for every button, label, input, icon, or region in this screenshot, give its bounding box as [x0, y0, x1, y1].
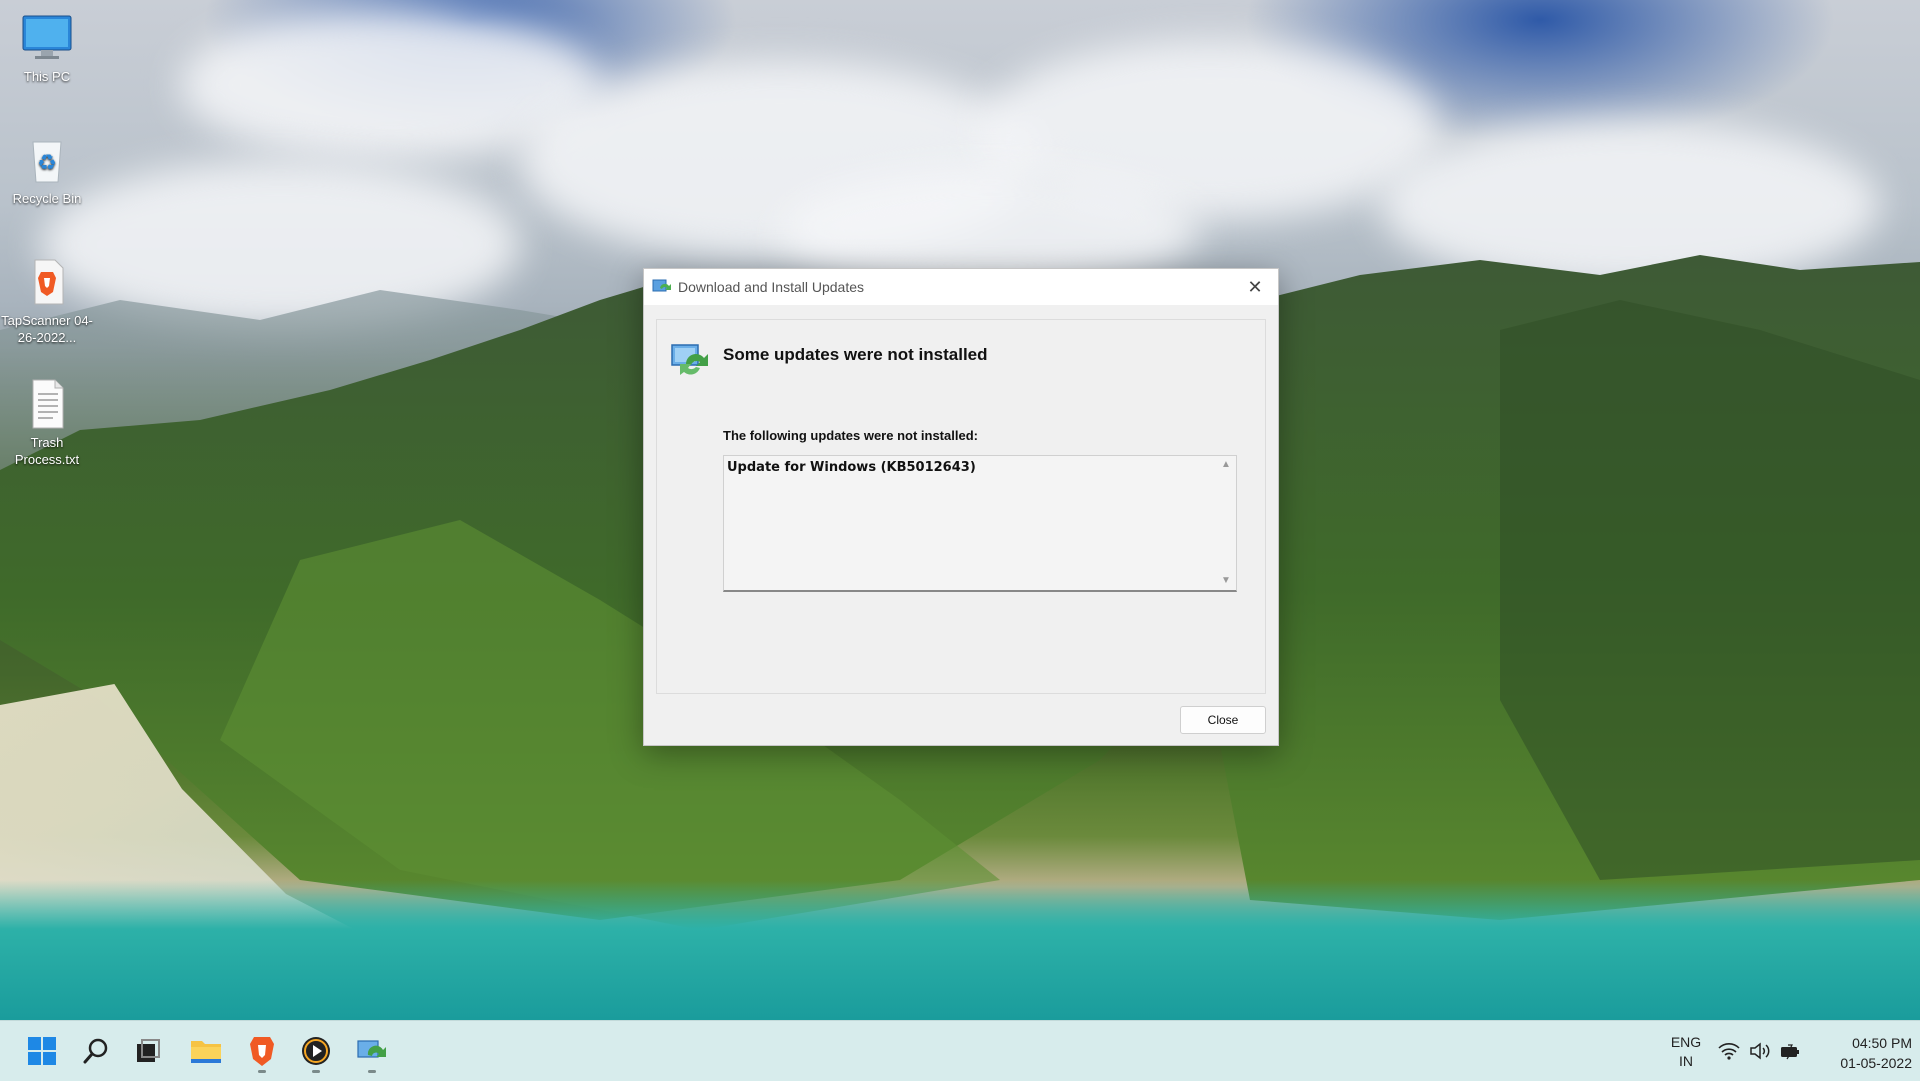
running-indicator — [368, 1070, 376, 1073]
running-indicator — [312, 1070, 320, 1073]
windows-update-taskbar-button[interactable] — [352, 1031, 392, 1073]
wallpaper-sea — [0, 880, 1920, 1020]
download-install-updates-dialog: Download and Install Updates ✕ Some upda… — [643, 268, 1279, 746]
clock-date: 01-05-2022 — [1840, 1055, 1912, 1071]
taskbar: ENG IN 04:50 PM 01-05-2022 — [0, 1020, 1920, 1081]
dialog-content-panel: Some updates were not installed The foll… — [656, 319, 1266, 694]
media-player-button[interactable] — [296, 1031, 336, 1073]
task-view-button[interactable] — [128, 1031, 168, 1071]
search-button[interactable] — [76, 1031, 116, 1071]
list-item[interactable]: Update for Windows (KB5012643) — [727, 460, 976, 475]
dialog-close-icon[interactable]: ✕ — [1232, 269, 1278, 305]
brave-browser-icon — [250, 1037, 274, 1066]
volume-icon[interactable] — [1749, 1041, 1771, 1061]
windows-update-icon — [652, 278, 672, 296]
desktop-icon-recycle-bin[interactable]: ♻ Recycle Bin — [1, 134, 93, 207]
desktop-icon-label: TapScanner 04-26-2022... — [1, 313, 93, 345]
search-icon — [83, 1038, 108, 1064]
computer-monitor-icon — [21, 12, 73, 64]
dialog-heading: Some updates were not installed — [723, 345, 988, 364]
desktop-icon-tapscanner[interactable]: TapScanner 04-26-2022... — [1, 256, 93, 346]
start-button[interactable] — [22, 1031, 62, 1071]
task-view-icon — [137, 1039, 160, 1062]
dialog-subheading: The following updates were not installed… — [723, 428, 978, 443]
text-file-icon — [21, 378, 73, 430]
windows-update-icon — [670, 340, 710, 376]
battery-icon[interactable] — [1779, 1041, 1801, 1061]
dialog-title: Download and Install Updates — [678, 279, 865, 295]
brave-browser-icon — [21, 256, 73, 308]
desktop-icon-this-pc[interactable]: This PC — [1, 12, 93, 85]
close-button[interactable]: Close — [1180, 706, 1266, 734]
region-code: IN — [1679, 1053, 1693, 1069]
language-code: ENG — [1670, 1034, 1702, 1050]
windows-start-icon — [28, 1037, 56, 1065]
windows-update-icon — [357, 1040, 386, 1058]
file-explorer-button[interactable] — [186, 1031, 226, 1071]
recycle-bin-icon: ♻ — [21, 134, 73, 186]
dialog-titlebar[interactable]: Download and Install Updates ✕ — [644, 269, 1278, 305]
desktop-icon-trash-process[interactable]: Trash Process.txt — [1, 378, 93, 468]
folder-icon — [191, 1041, 221, 1063]
clock-time: 04:50 PM — [1852, 1035, 1912, 1051]
language-indicator[interactable]: ENG IN — [1666, 1033, 1706, 1071]
desktop-icon-label: Recycle Bin — [12, 191, 82, 206]
svg-text:♻: ♻ — [37, 151, 57, 176]
running-indicator — [258, 1070, 266, 1073]
scroll-down-arrow-icon[interactable]: ▼ — [1220, 576, 1232, 586]
desktop-icon-label: Trash Process.txt — [14, 435, 80, 467]
desktop-icon-label: This PC — [23, 69, 71, 84]
media-player-icon — [302, 1037, 330, 1065]
clock[interactable]: 04:50 PM 01-05-2022 — [1808, 1033, 1912, 1073]
scroll-up-arrow-icon[interactable]: ▲ — [1220, 460, 1232, 470]
failed-updates-list[interactable]: Update for Windows (KB5012643) ▲ ▼ — [723, 455, 1237, 592]
brave-taskbar-button[interactable] — [242, 1031, 282, 1073]
wifi-icon[interactable] — [1718, 1041, 1740, 1061]
